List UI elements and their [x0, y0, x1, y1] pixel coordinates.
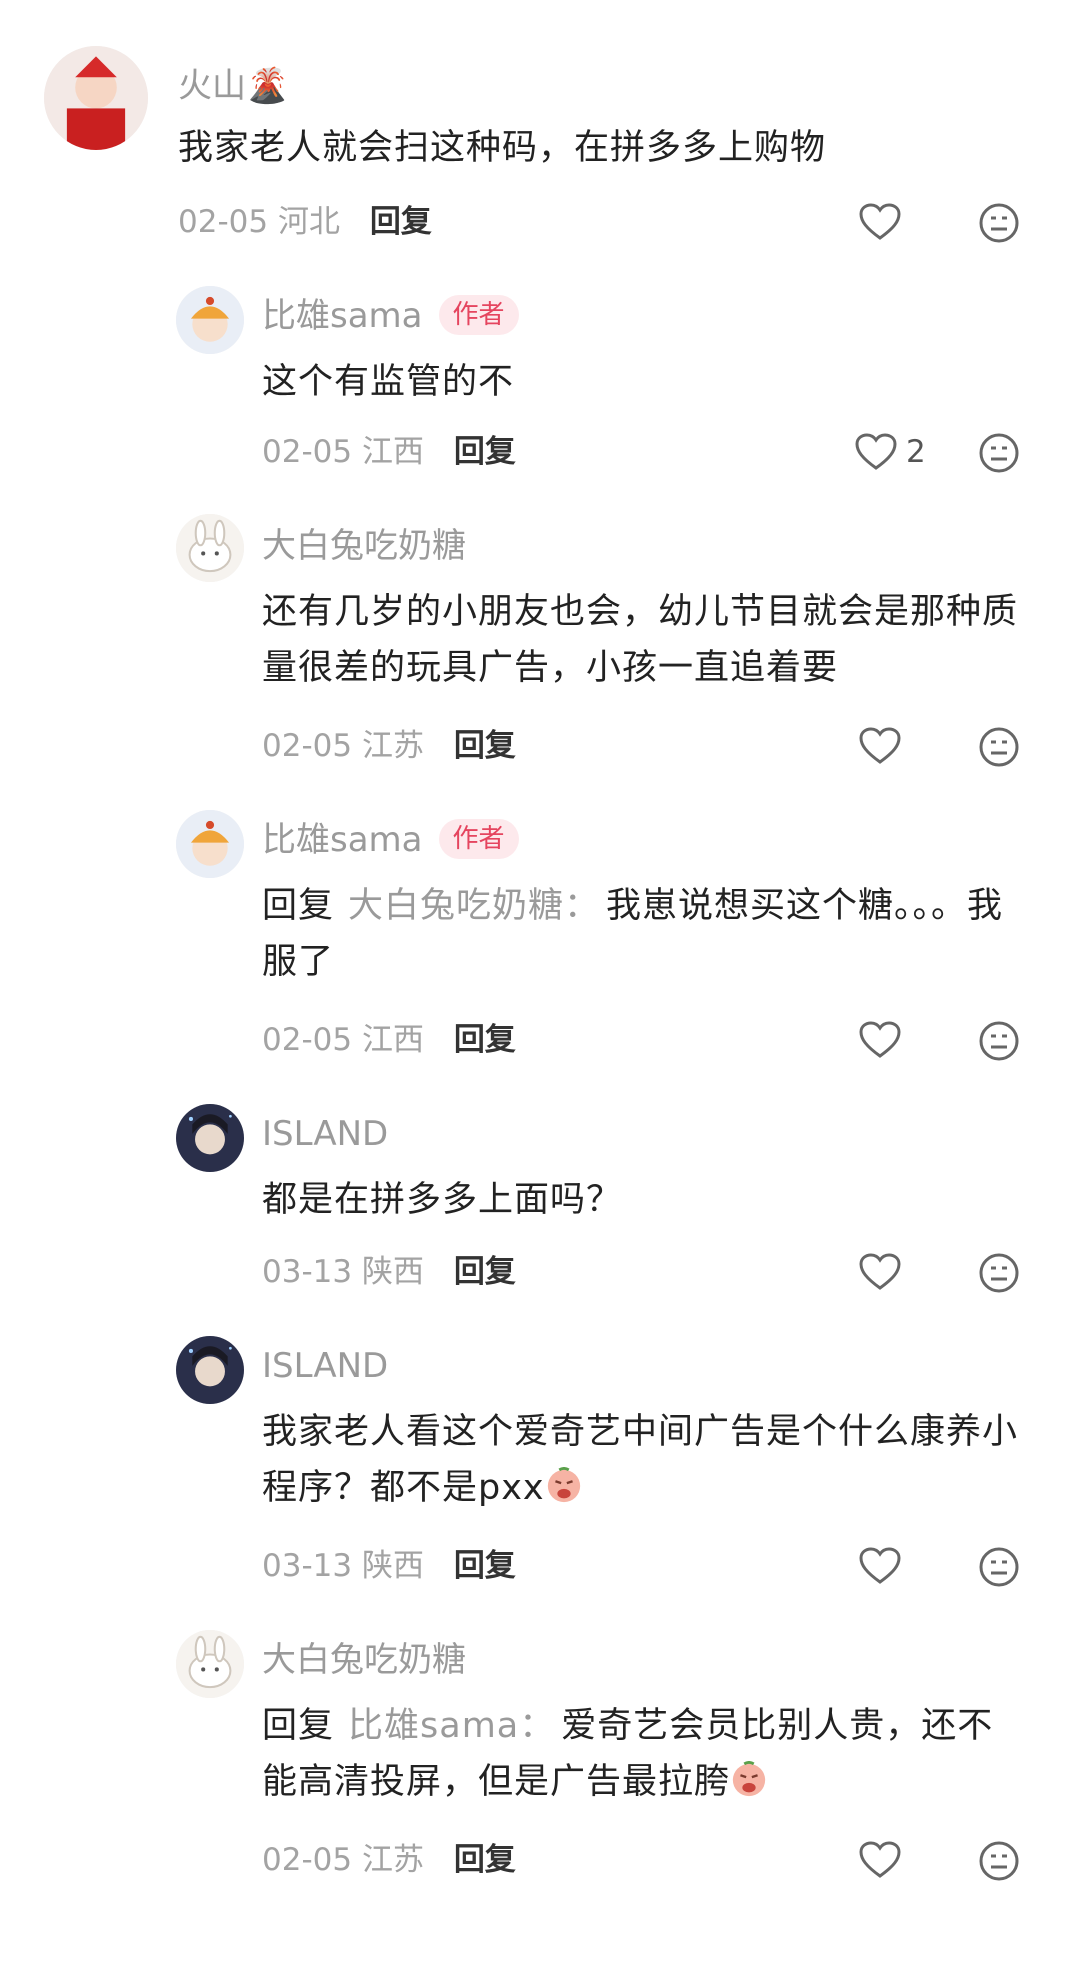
- comment-date: 02-05: [262, 1842, 353, 1878]
- username[interactable]: 大白兔吃奶糖: [262, 1638, 466, 1682]
- comment-text: 这个有监管的不: [262, 362, 515, 402]
- comment-meta: 03-13 陕西 回复: [262, 1252, 516, 1292]
- reply-prefix: 回复: [262, 1706, 335, 1746]
- comment-meta: 02-05 江西 回复: [262, 432, 516, 472]
- comment-location: 江西: [361, 434, 424, 470]
- username[interactable]: ISLAND: [262, 1344, 388, 1388]
- meh-face-icon[interactable]: [978, 726, 1020, 768]
- heart-outline-icon[interactable]: [858, 726, 902, 766]
- comment-meta: 02-05 江西 回复: [262, 1020, 516, 1060]
- comment-date: 02-05: [262, 728, 353, 764]
- comment-meta: 02-05 江苏 回复: [262, 726, 516, 766]
- crying-face-icon: [732, 1761, 766, 1797]
- author-badge: 作者: [438, 819, 519, 859]
- avatar[interactable]: [176, 1104, 244, 1172]
- meh-face-icon[interactable]: [978, 1546, 1020, 1588]
- comment-text: 都是在拼多多上面吗？: [262, 1180, 623, 1220]
- username[interactable]: ISLAND: [262, 1112, 388, 1156]
- meh-face-icon[interactable]: [978, 1020, 1020, 1062]
- avatar[interactable]: [176, 1630, 244, 1698]
- heart-outline-icon[interactable]: [858, 1020, 902, 1060]
- avatar[interactable]: [176, 514, 244, 582]
- comment-location: 陕西: [361, 1548, 424, 1584]
- meh-face-icon[interactable]: [978, 1252, 1020, 1294]
- avatar[interactable]: [176, 810, 244, 878]
- avatar[interactable]: [176, 1336, 244, 1404]
- heart-outline-icon[interactable]: [858, 1546, 902, 1586]
- username[interactable]: 火山🌋: [178, 64, 288, 108]
- comment-meta: 02-05 江苏 回复: [262, 1840, 516, 1880]
- reply-prefix: 回复: [262, 886, 335, 926]
- reply-target[interactable]: 比雄sama：: [348, 1706, 555, 1746]
- author-badge: 作者: [438, 295, 519, 335]
- heart-outline-icon[interactable]: [858, 1252, 902, 1292]
- comment-date: 03-13: [262, 1548, 353, 1584]
- comment-meta: 02-05 河北 回复: [178, 202, 432, 242]
- heart-outline-icon[interactable]: [854, 432, 898, 472]
- reply-button[interactable]: 回复: [454, 1022, 516, 1058]
- comment-date: 02-05: [178, 204, 269, 240]
- comment-text: 回复 大白兔吃奶糖： 我崽说想买这个糖。。。我服了: [262, 878, 1020, 990]
- comment-text: 回复 比雄sama： 爱奇艺会员比别人贵，还不能高清投屏，但是广告最拉胯: [262, 1698, 1020, 1810]
- comment-location: 江苏: [361, 1842, 424, 1878]
- username[interactable]: 比雄sama 作者: [262, 294, 519, 338]
- avatar[interactable]: [44, 46, 148, 150]
- username[interactable]: 比雄sama 作者: [262, 818, 519, 862]
- reply-button[interactable]: 回复: [370, 204, 432, 240]
- reply-button[interactable]: 回复: [454, 434, 516, 470]
- comment-date: 02-05: [262, 1022, 353, 1058]
- comment-text: 我家老人看这个爱奇艺中间广告是个什么康养小程序？都不是pxx: [262, 1412, 1019, 1508]
- reply-target[interactable]: 大白兔吃奶糖：: [348, 886, 600, 926]
- comment-meta: 03-13 陕西 回复: [262, 1546, 516, 1586]
- comment-text: 还有几岁的小朋友也会，幼儿节目就会是那种质量很差的玩具广告，小孩一直追着要: [262, 592, 1019, 688]
- comment-date: 02-05: [262, 434, 353, 470]
- comment-date: 03-13: [262, 1254, 353, 1290]
- reply-button[interactable]: 回复: [454, 1842, 516, 1878]
- heart-outline-icon[interactable]: [858, 202, 902, 242]
- reply-button[interactable]: 回复: [454, 1254, 516, 1290]
- comment-location: 江西: [361, 1022, 424, 1058]
- meh-face-icon[interactable]: [978, 1840, 1020, 1882]
- reply-button[interactable]: 回复: [454, 728, 516, 764]
- comment-location: 河北: [277, 204, 340, 240]
- comment-location: 江苏: [361, 728, 424, 764]
- username[interactable]: 大白兔吃奶糖: [262, 524, 466, 568]
- heart-outline-icon[interactable]: [858, 1840, 902, 1880]
- like-count: 2: [906, 434, 926, 470]
- avatar[interactable]: [176, 286, 244, 354]
- meh-face-icon[interactable]: [978, 202, 1020, 244]
- comment-location: 陕西: [361, 1254, 424, 1290]
- reply-button[interactable]: 回复: [454, 1548, 516, 1584]
- crying-face-icon: [547, 1467, 580, 1503]
- comment-text: 我家老人就会扫这种码，在拼多多上购物: [178, 128, 827, 168]
- comment-thread: 火山🌋 我家老人就会扫这种码，在拼多多上购物 02-05 河北 回复 比雄sam…: [0, 0, 1080, 1972]
- meh-face-icon[interactable]: [978, 432, 1020, 474]
